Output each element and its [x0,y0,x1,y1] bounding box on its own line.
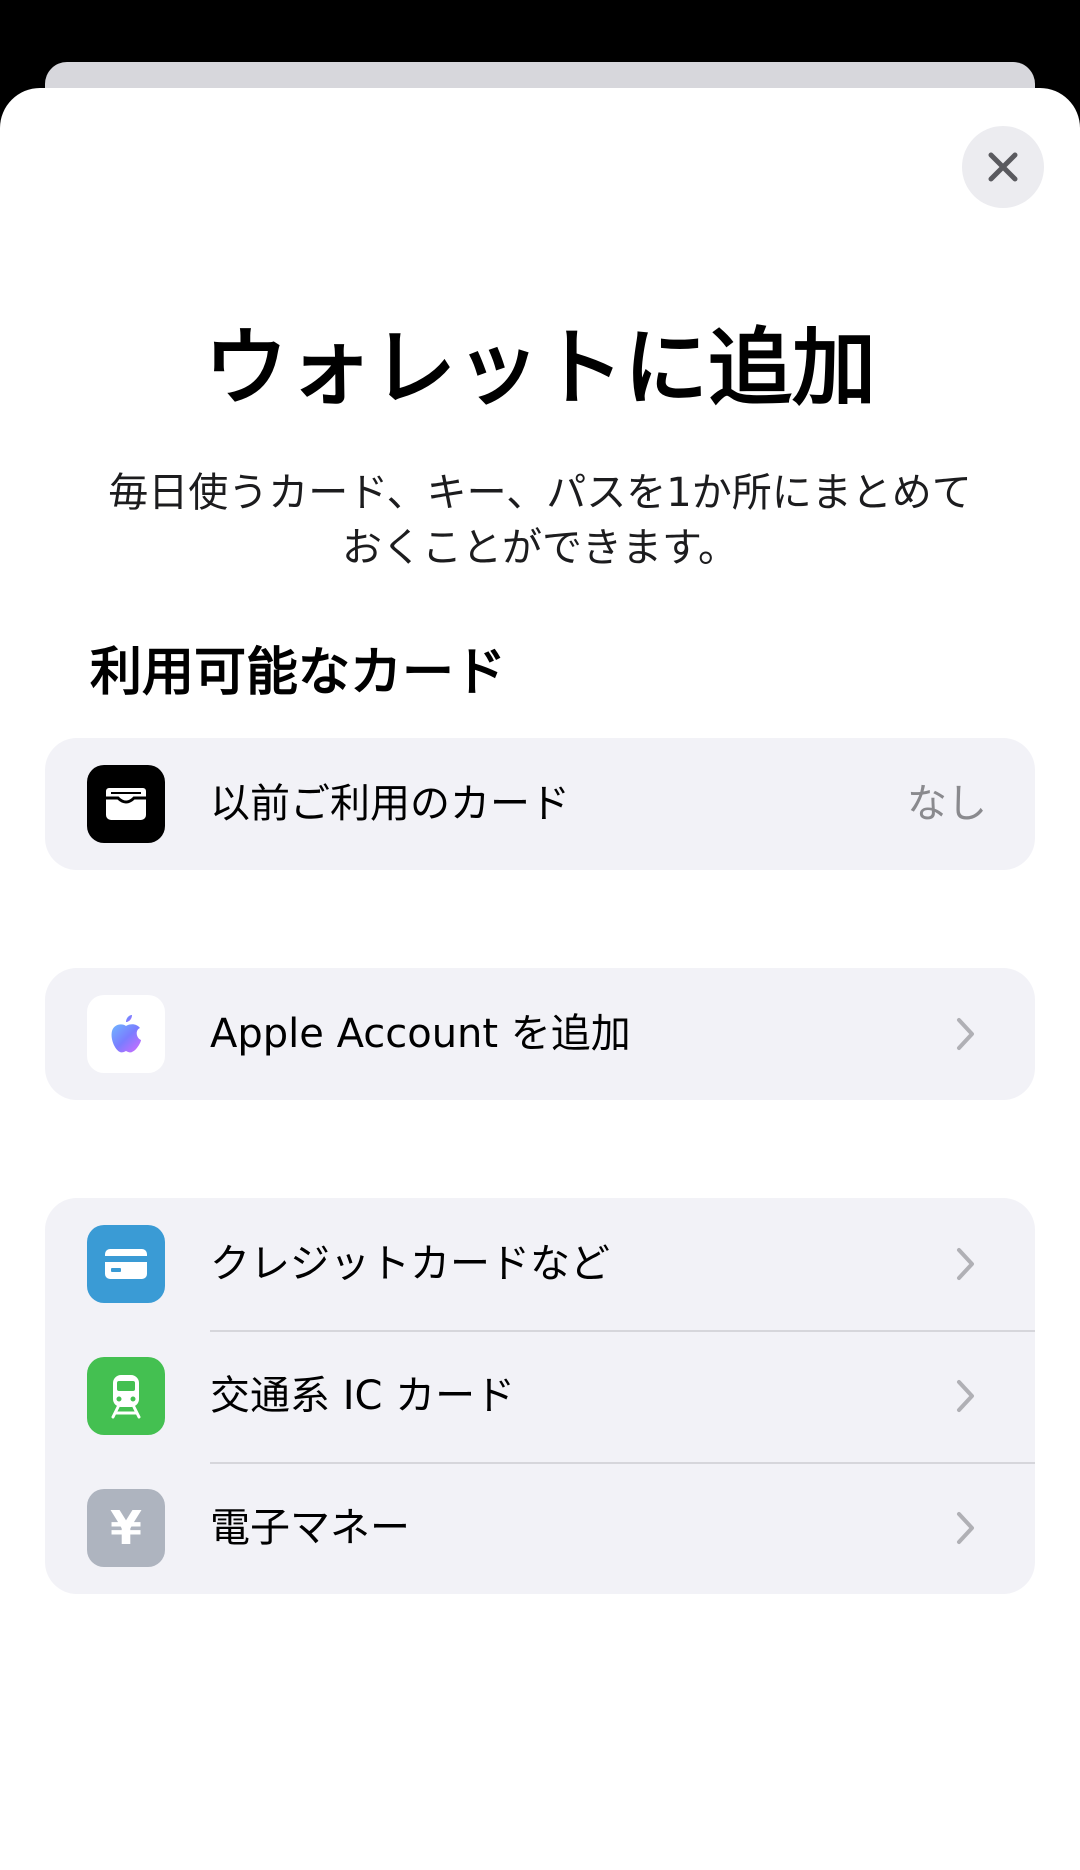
chevron-right-icon [957,1380,974,1412]
yen-glyph: ¥ [109,1501,142,1555]
previous-cards-value: なし [907,781,987,827]
sheet-subtitle: 毎日使うカード、キー、パスを1か所にまとめて おくことができます。 [40,466,1040,576]
credit-card-icon [87,1225,165,1303]
chevron-right-icon [957,1512,974,1544]
subtitle-line-1: 毎日使うカード、キー、パスを1か所にまとめて [108,470,972,516]
e-money-label: 電子マネー [210,1505,410,1551]
subtitle-line-2: おくことができます。 [342,525,738,571]
card-types-group: クレジットカードなど 交通系 IC カード ¥ 電子マネー [45,1198,1035,1594]
previous-cards-label: 以前ご利用のカード [210,781,570,827]
train-icon [87,1357,165,1435]
chevron-right-icon [957,1018,974,1050]
e-money-row[interactable]: ¥ 電子マネー [45,1462,1035,1594]
close-button[interactable] [962,126,1044,208]
apple-logo-icon [87,995,165,1073]
available-cards-header: 利用可能なカード [90,643,507,703]
credit-card-row[interactable]: クレジットカードなど [45,1198,1035,1330]
previous-cards-row[interactable]: 以前ご利用のカード なし [45,738,1035,870]
close-icon [988,152,1018,182]
add-apple-account-label: Apple Account を追加 [210,1011,631,1057]
add-to-wallet-sheet: ウォレットに追加 毎日使うカード、キー、パスを1か所にまとめて おくことができま… [0,88,1080,1870]
wallet-icon [87,765,165,843]
transit-ic-card-row[interactable]: 交通系 IC カード [45,1330,1035,1462]
credit-card-label: クレジットカードなど [210,1241,610,1287]
previous-cards-group: 以前ご利用のカード なし [45,738,1035,870]
chevron-right-icon [957,1248,974,1280]
add-apple-account-row[interactable]: Apple Account を追加 [45,968,1035,1100]
transit-ic-card-label: 交通系 IC カード [210,1373,516,1419]
yen-icon: ¥ [87,1489,165,1567]
sheet-title: ウォレットに追加 [203,319,876,417]
apple-account-group: Apple Account を追加 [45,968,1035,1100]
